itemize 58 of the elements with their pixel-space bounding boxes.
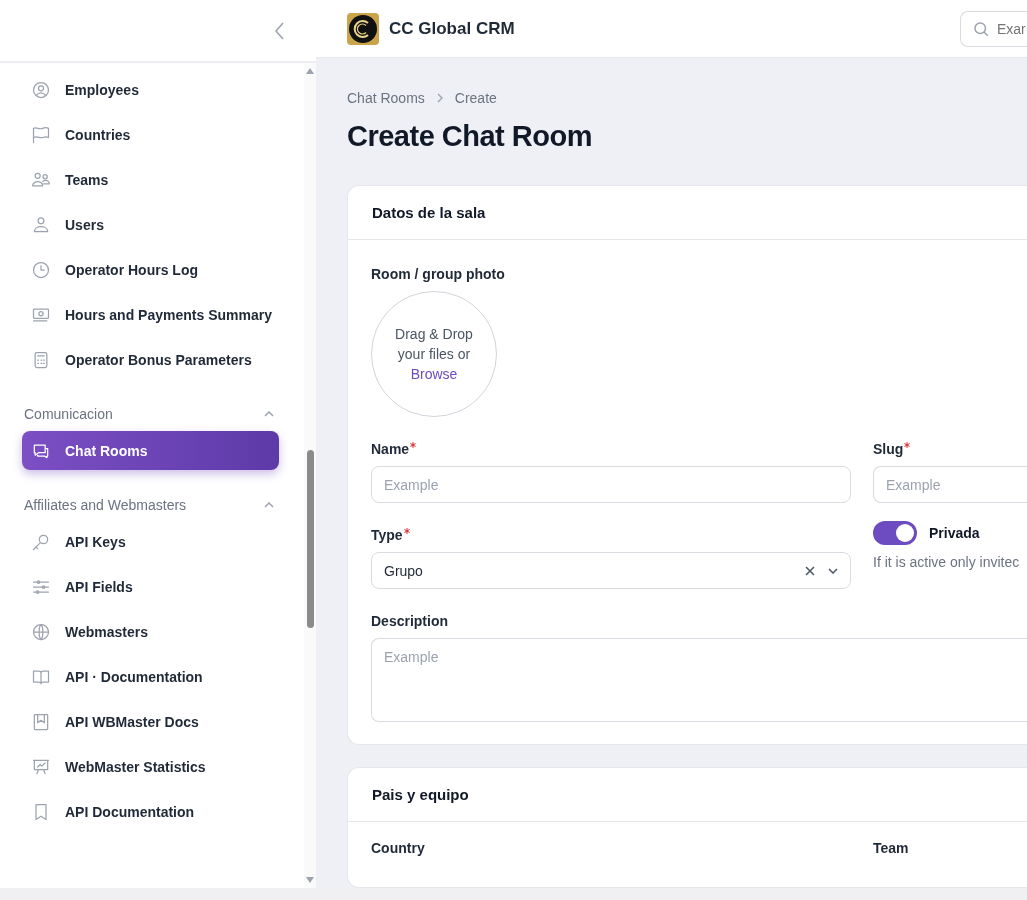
- search-field[interactable]: Exar: [960, 10, 1027, 47]
- section-title: Pais y equipo: [348, 768, 1027, 822]
- chevron-left-icon[interactable]: [275, 21, 285, 40]
- input-field[interactable]: Example: [873, 466, 1027, 503]
- select-field[interactable]: Grupo: [371, 552, 851, 589]
- logo-icon: [347, 12, 379, 45]
- chevron-up-icon[interactable]: [264, 502, 274, 508]
- field-label: Slug: [873, 441, 1027, 457]
- sidebar-item[interactable]: Chat Rooms: [22, 431, 279, 470]
- field-label: Type: [371, 527, 851, 543]
- clock-icon: [31, 259, 51, 280]
- hint-text: If it is active only invitec: [873, 554, 1021, 570]
- chevron-up-icon[interactable]: [264, 411, 274, 417]
- search-icon: [972, 19, 990, 38]
- scroll-up-icon[interactable]: [305, 67, 315, 75]
- breadcrumb-link[interactable]: Chat Rooms: [347, 90, 425, 106]
- sidebar-item[interactable]: Employees: [22, 70, 279, 109]
- toggle-label: Privada: [929, 525, 980, 541]
- field-label: Country: [371, 840, 426, 856]
- sidebar-item[interactable]: Hours and Payments Summary: [22, 295, 279, 334]
- input-field[interactable]: Example: [371, 466, 851, 503]
- toggle-switch[interactable]: [873, 521, 917, 545]
- sidebar-item[interactable]: Webmasters: [22, 612, 279, 651]
- field-label: Description: [371, 613, 449, 629]
- chevron-down-icon[interactable]: [828, 567, 838, 574]
- sidebar-item[interactable]: API WBMaster Docs: [22, 702, 279, 741]
- sidebar-item[interactable]: API · Documentation: [22, 657, 279, 696]
- sidebar-item[interactable]: API Documentation: [22, 792, 279, 831]
- chevron-right-icon: [436, 93, 443, 103]
- scrollbar-thumb[interactable]: [306, 450, 314, 628]
- group-label: Comunicacion: [24, 406, 113, 422]
- app-title: CC Global CRM: [389, 18, 515, 39]
- field-label: Room / group photo: [371, 266, 506, 282]
- scrollbar[interactable]: [304, 63, 316, 888]
- sidebar-item[interactable]: Users: [22, 205, 279, 244]
- breadcrumb-link[interactable]: Create: [454, 90, 497, 106]
- user-circle-icon: [31, 79, 51, 100]
- sidebar-item[interactable]: WebMaster Statistics: [22, 747, 279, 786]
- horizontal-scrollbar[interactable]: [0, 888, 1027, 900]
- textarea-field[interactable]: Example: [371, 638, 1027, 722]
- field-label: Name: [371, 441, 851, 457]
- sidebar-item[interactable]: Countries: [22, 115, 279, 154]
- browse-link[interactable]: Browse: [410, 364, 458, 384]
- flag-icon: [31, 124, 51, 145]
- sidebar-item[interactable]: Operator Bonus Parameters: [22, 340, 279, 379]
- sidebar-item[interactable]: Operator Hours Log: [22, 250, 279, 289]
- sidebar-item[interactable]: API Fields: [22, 567, 279, 606]
- page-title: Create Chat Room: [347, 120, 593, 153]
- bookmark-square-icon: [31, 711, 51, 732]
- user-icon: [31, 214, 51, 235]
- globe-icon: [31, 621, 51, 642]
- field-label: Team: [873, 840, 910, 856]
- sidebar-item[interactable]: API Keys: [22, 522, 279, 561]
- group-label: Affiliates and Webmasters: [24, 497, 187, 513]
- scroll-down-icon[interactable]: [305, 876, 315, 884]
- sidebar-item[interactable]: Teams: [22, 160, 279, 199]
- section-title: Datos de la sala: [348, 186, 1027, 240]
- clear-icon[interactable]: [804, 564, 816, 577]
